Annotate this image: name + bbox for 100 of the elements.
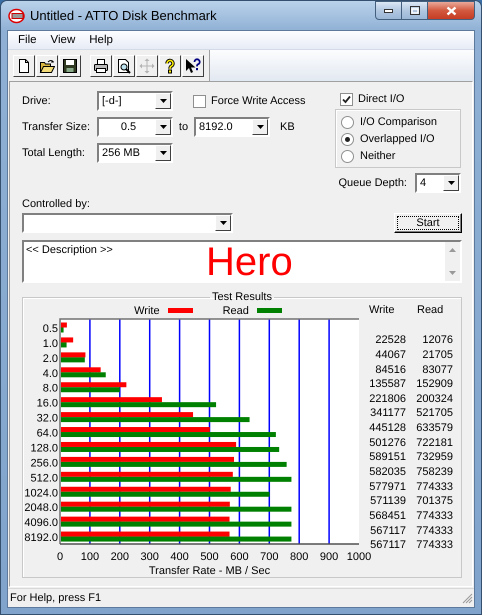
axis-label: 8192.0 <box>24 532 58 544</box>
axis-label: 0 <box>56 551 64 563</box>
table-cell-text: 722181 <box>415 436 453 450</box>
field-label: to <box>178 121 190 133</box>
table-cell-text: 568451 <box>368 508 406 524</box>
axis-label: 900 <box>320 551 338 563</box>
table-cell-text: 774333 <box>415 480 453 494</box>
minimize-button[interactable] <box>375 1 402 20</box>
field-label: Controlled by: <box>22 198 91 212</box>
radio-label: I/O Comparison <box>360 116 438 128</box>
caret-icon <box>160 99 166 103</box>
table-cell-text: 44067 <box>374 348 406 363</box>
status-text: For Help, press F1 <box>10 592 102 604</box>
scrollbar[interactable] <box>445 242 460 281</box>
table-cell-text: 774333 <box>415 538 453 553</box>
dropdown[interactable]: 0.5 <box>97 117 173 137</box>
column-header: Read <box>416 304 444 318</box>
description-note: Hero <box>206 242 293 281</box>
axis-label: 32.0 <box>36 412 58 425</box>
axis-label: 2.0 <box>42 352 58 365</box>
toolbar-button[interactable] <box>59 54 81 76</box>
description-box[interactable]: << Description >> Hero <box>22 240 462 283</box>
menu-item[interactable]: File <box>11 31 44 49</box>
axis-label: 64.0 <box>36 428 58 440</box>
axis-label: 800 <box>290 551 308 563</box>
minimize-icon <box>384 8 393 12</box>
axis-label: 400 <box>170 551 189 563</box>
checkbox-label: Direct I/O <box>358 93 404 105</box>
size-grip-icon <box>462 592 473 604</box>
dropdown[interactable]: 256 MB <box>97 143 173 163</box>
axis-label: 512.0 <box>30 472 58 484</box>
axis-label: 100 <box>80 551 100 563</box>
menu-item[interactable]: View <box>44 31 82 49</box>
table-cell-text: 152909 <box>415 377 453 392</box>
checkbox-label: Force Write Access <box>211 95 306 107</box>
table-cell-text: 445128 <box>368 421 406 436</box>
caret-icon <box>220 221 226 225</box>
checkbox[interactable] <box>193 94 206 108</box>
pointer-question-icon <box>185 58 201 74</box>
field-label: Total Length: <box>22 147 86 159</box>
toolbar-button[interactable] <box>36 54 58 76</box>
legend-swatch <box>256 308 282 313</box>
dropdown[interactable] <box>22 213 233 233</box>
axis-label: 128.0 <box>30 442 58 454</box>
toolbar-button[interactable] <box>159 54 181 76</box>
legend-label: Read <box>222 304 249 316</box>
checkmark-icon <box>342 94 351 104</box>
table-cell-text: 521705 <box>415 406 453 422</box>
toolbar-button[interactable] <box>90 54 112 76</box>
legend-swatch <box>168 308 193 313</box>
axis-label: 2048.0 <box>24 502 58 514</box>
close-button[interactable] <box>428 1 475 20</box>
table-cell-text: 577971 <box>368 480 406 494</box>
axis-label: 300 <box>140 551 159 563</box>
table-cell-text: 221806 <box>368 392 406 406</box>
table-cell-text: 83077 <box>421 362 453 378</box>
table-cell-text: 774333 <box>415 524 453 538</box>
table-cell-text: 567117 <box>369 538 406 552</box>
window-title: Untitled - ATTO Disk Benchmark <box>30 8 217 23</box>
caret-icon <box>448 181 454 185</box>
move-arrows-icon <box>139 58 155 74</box>
table-cell-text: 571139 <box>369 494 406 509</box>
radio-button[interactable] <box>341 150 354 162</box>
radio-button[interactable] <box>341 116 354 128</box>
checkbox[interactable] <box>340 92 353 106</box>
table-cell-text: 84516 <box>374 362 406 378</box>
field-label: Transfer Size: <box>22 121 92 133</box>
dropdown[interactable]: 4 <box>415 173 461 193</box>
table-cell-text: 774333 <box>415 508 453 524</box>
radio-button[interactable] <box>341 132 354 146</box>
dropdown[interactable]: [-d-] <box>97 91 173 111</box>
axis-label: 8.0 <box>42 382 58 395</box>
table-cell-text: 501276 <box>368 436 406 450</box>
table-cell-text: 732959 <box>415 450 453 466</box>
table-cell-text: 701375 <box>415 494 453 509</box>
axis-label: 4096.0 <box>24 517 58 530</box>
caret-icon <box>256 125 264 129</box>
legend-label: Write <box>134 304 160 316</box>
unit-label: KB <box>280 121 295 133</box>
description-text: << Description >> <box>25 243 114 258</box>
axis-label: 256.0 <box>30 457 58 470</box>
print-preview-icon <box>116 58 132 74</box>
field-label: Queue Depth: <box>338 177 407 189</box>
axis-label: 500 <box>200 551 219 563</box>
start-button[interactable]: Start <box>394 213 462 233</box>
axis-label: 1.0 <box>42 338 58 350</box>
table-cell-text: 633579 <box>415 421 453 436</box>
table-cell-text: 567117 <box>369 524 406 538</box>
toolbar-button[interactable] <box>182 54 204 76</box>
toolbar-button[interactable] <box>13 54 35 76</box>
maximize-button[interactable] <box>402 1 428 20</box>
radio-label: Neither <box>360 150 396 162</box>
table-cell-text: 341177 <box>369 406 406 422</box>
table-cell-text: 200324 <box>415 392 453 406</box>
axis-label: 700 <box>260 551 278 563</box>
toolbar-button[interactable] <box>113 54 135 76</box>
menu-item[interactable]: Help <box>82 31 120 49</box>
dropdown[interactable]: 8192.0 <box>194 117 270 137</box>
caret-icon <box>160 125 166 129</box>
axis-label: 0.5 <box>42 323 58 335</box>
